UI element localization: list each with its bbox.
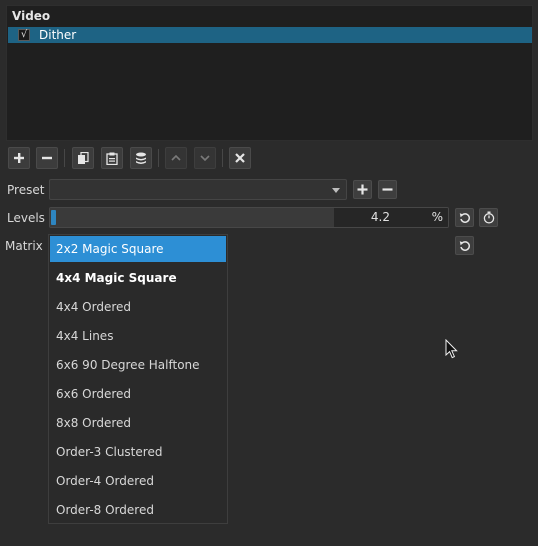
toolbar-separator	[158, 149, 159, 167]
filter-enable-checkbox[interactable]: √	[18, 29, 30, 41]
levels-spinbox[interactable]: 4.2 %	[334, 208, 448, 227]
copy-icon	[78, 151, 89, 164]
levels-unit: %	[431, 210, 443, 224]
matrix-reset-button[interactable]	[455, 236, 474, 255]
matrix-label: Matrix	[5, 239, 43, 253]
minus-icon	[42, 156, 52, 160]
chevron-down-icon	[332, 188, 340, 193]
matrix-option[interactable]: 6x6 Ordered	[50, 381, 226, 407]
matrix-option[interactable]: Order-3 Clustered	[50, 439, 226, 465]
matrix-option[interactable]: 4x4 Lines	[50, 323, 226, 349]
levels-fill	[50, 208, 334, 227]
matrix-dropdown-list: 2x2 Magic Square 4x4 Magic Square 4x4 Or…	[48, 234, 228, 524]
matrix-option[interactable]: 4x4 Magic Square	[50, 265, 226, 291]
move-filter-down-button[interactable]	[194, 147, 216, 169]
toolbar-separator	[64, 149, 65, 167]
stopwatch-icon	[483, 211, 494, 224]
plus-icon	[14, 153, 24, 163]
preset-label: Preset	[7, 183, 45, 197]
save-preset-button[interactable]	[353, 180, 372, 199]
undo-icon	[459, 212, 470, 223]
levels-slider[interactable]: 4.2 %	[49, 207, 449, 228]
filter-name: Dither	[39, 28, 77, 42]
chevron-down-icon	[200, 155, 210, 162]
deselect-filter-button[interactable]	[229, 147, 251, 169]
copy-filters-button[interactable]	[72, 147, 94, 169]
filter-row-dither[interactable]: √ Dither	[8, 27, 532, 43]
matrix-option[interactable]: 6x6 90 Degree Halftone	[50, 352, 226, 378]
matrix-option[interactable]: 8x8 Ordered	[50, 410, 226, 436]
filter-list-panel: Video √ Dither	[6, 5, 533, 141]
close-icon	[235, 153, 245, 163]
paste-icon	[106, 152, 118, 165]
delete-preset-button[interactable]	[378, 180, 397, 199]
matrix-option[interactable]: 2x2 Magic Square	[50, 236, 226, 262]
matrix-option[interactable]: Order-8 Ordered	[50, 497, 226, 523]
levels-keyframe-button[interactable]	[479, 208, 498, 227]
toolbar-separator	[222, 149, 223, 167]
preset-combo[interactable]	[49, 179, 347, 200]
levels-label: Levels	[7, 211, 45, 225]
paste-filters-button[interactable]	[101, 147, 123, 169]
panel-header: Video	[12, 9, 51, 23]
remove-filter-button[interactable]	[36, 147, 58, 169]
save-filter-set-button[interactable]	[130, 147, 152, 169]
stack-icon	[136, 152, 146, 164]
matrix-option[interactable]: 4x4 Ordered	[50, 294, 226, 320]
move-filter-up-button[interactable]	[165, 147, 187, 169]
matrix-option[interactable]: Order-4 Ordered	[50, 468, 226, 494]
chevron-up-icon	[171, 154, 181, 161]
add-filter-button[interactable]	[8, 147, 30, 169]
minus-icon	[382, 188, 393, 191]
plus-icon	[357, 184, 368, 195]
levels-value: 4.2	[370, 210, 390, 224]
undo-icon	[459, 240, 470, 251]
levels-slider-handle[interactable]	[51, 210, 56, 225]
levels-reset-button[interactable]	[455, 208, 474, 227]
mouse-pointer-icon	[445, 339, 458, 359]
